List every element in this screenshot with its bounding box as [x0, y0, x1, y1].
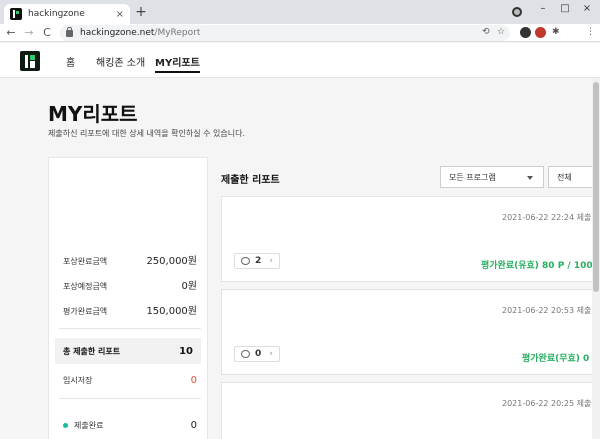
reports-section-title: 제출한 리포트: [221, 175, 280, 186]
total-reports-row[interactable]: 총 제출한 리포트 10: [55, 338, 201, 364]
reward-done-row: 포상완료금액 250,000원: [63, 252, 197, 267]
report-meta: 2021-06-22 22:24 제출 | 143: [502, 213, 600, 222]
chevron-down-icon: [527, 176, 533, 180]
submitted-value: 0: [190, 420, 197, 431]
comment-count: 0: [255, 349, 262, 359]
chevron-right-icon: ›: [269, 349, 273, 359]
status-filter-value: 전체: [557, 172, 572, 182]
new-tab-button[interactable]: +: [134, 4, 148, 20]
window-maximize-button[interactable]: □: [558, 3, 572, 14]
tab-close-icon[interactable]: ×: [116, 9, 124, 20]
browser-menu-icon[interactable]: ⋮: [586, 27, 595, 37]
back-button[interactable]: ←: [4, 25, 18, 41]
submitted-row[interactable]: 제출완료 0: [63, 420, 197, 431]
reward-planned-value: 0원: [181, 281, 197, 292]
reward-planned-row: 포상예정금액 0원: [63, 277, 197, 292]
comment-count: 2: [255, 256, 262, 266]
translate-icon[interactable]: ⟲: [482, 27, 490, 37]
browser-tab-bar: hackingzone × + – □ ×: [0, 0, 600, 24]
chevron-right-icon: ›: [269, 256, 273, 266]
status-dot-icon: [63, 423, 68, 428]
eval-done-row: 평가완료금액 150,000원: [63, 302, 197, 317]
hackingzone-logo-icon[interactable]: [20, 51, 40, 71]
page-description: 제출하신 리포트에 대한 상세 내역을 확인하실 수 있습니다.: [48, 129, 245, 138]
report-card[interactable]: 2021-06-22 20:53 제출 | 135 0 › 평가완료(무효) 0…: [221, 289, 600, 375]
report-card[interactable]: 2021-06-22 20:25 제출 | 135: [221, 382, 600, 439]
reward-done-value: 250,000원: [146, 256, 197, 267]
total-reports-label: 총 제출한 리포트: [63, 346, 121, 356]
eval-done-label: 평가완료금액: [63, 307, 108, 316]
eval-done-value: 150,000원: [146, 306, 197, 317]
report-card[interactable]: 2021-06-22 22:24 제출 | 143 2 › 평가완료(유효) 8…: [221, 196, 600, 282]
program-filter-select[interactable]: 모든 프로그램: [440, 166, 544, 188]
total-reports-value: 10: [179, 345, 193, 357]
report-status: 평가완료(유효) 80 P / 10000: [481, 261, 600, 271]
report-meta: 2021-06-22 20:53 제출 | 135: [502, 306, 600, 315]
reload-button[interactable]: C: [40, 25, 54, 41]
stats-divider-2: [59, 398, 201, 399]
forward-button[interactable]: →: [22, 25, 36, 41]
browser-toolbar: ← → C hackingzone.net/MyReport ⟲ ☆ ✱ ⋮: [0, 24, 600, 42]
url-host: hackingzone.net: [80, 28, 155, 38]
nav-my-report[interactable]: MY리포트: [155, 54, 200, 73]
bookmark-star-icon[interactable]: ☆: [497, 27, 505, 37]
comment-count-button[interactable]: 0 ›: [234, 346, 280, 362]
draft-label: 임시저장: [63, 376, 93, 385]
browser-tab[interactable]: hackingzone ×: [4, 4, 130, 24]
address-bar[interactable]: hackingzone.net/MyReport ⟲ ☆: [60, 25, 510, 41]
reward-planned-label: 포상예정금액: [63, 282, 108, 291]
window-minimize-button[interactable]: –: [536, 3, 550, 14]
draft-row[interactable]: 임시저장 0: [63, 375, 197, 386]
comment-bubble-icon: [241, 257, 250, 265]
url-path: /MyReport: [154, 28, 201, 38]
window-close-button[interactable]: ×: [580, 3, 594, 14]
nav-home[interactable]: 홈: [66, 54, 75, 69]
tab-title: hackingzone: [28, 9, 85, 19]
cookie-extension-icon[interactable]: [535, 27, 546, 38]
comment-bubble-icon: [241, 350, 250, 358]
page-title: MY리포트: [48, 102, 138, 126]
profile-extension-icon[interactable]: [520, 27, 531, 38]
report-status: 평가완료(무효) 0 P / 1: [522, 354, 600, 364]
submitted-label: 제출완료: [74, 421, 104, 430]
lock-icon[interactable]: [66, 26, 73, 37]
nav-about[interactable]: 해킹존 소개: [96, 54, 145, 69]
stats-divider: [59, 328, 201, 329]
media-record-icon[interactable]: [512, 7, 522, 17]
extensions-puzzle-icon[interactable]: ✱: [552, 27, 560, 37]
scrollbar-thumb[interactable]: [593, 82, 599, 292]
page-scrollbar[interactable]: [592, 78, 600, 439]
site-favicon-icon: [10, 8, 22, 20]
draft-value: 0: [190, 375, 197, 386]
report-meta: 2021-06-22 20:25 제출 | 135: [502, 399, 600, 408]
reward-done-label: 포상완료금액: [63, 257, 108, 266]
program-filter-value: 모든 프로그램: [449, 172, 496, 182]
stats-panel: 포상완료금액 250,000원 포상예정금액 0원 평가완료금액 150,000…: [48, 157, 208, 439]
comment-count-button[interactable]: 2 ›: [234, 253, 280, 269]
site-header: 홈 해킹존 소개 MY리포트: [0, 43, 600, 78]
